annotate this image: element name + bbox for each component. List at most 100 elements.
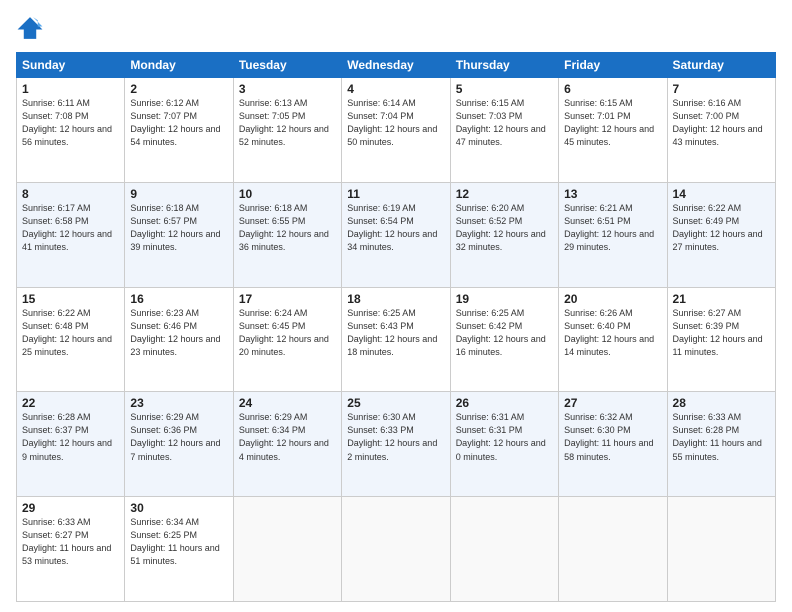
day-info: Sunrise: 6:19 AM Sunset: 6:54 PM Dayligh… xyxy=(347,202,444,254)
calendar-table: SundayMondayTuesdayWednesdayThursdayFrid… xyxy=(16,52,776,602)
day-number: 28 xyxy=(673,396,770,410)
day-info: Sunrise: 6:25 AM Sunset: 6:43 PM Dayligh… xyxy=(347,307,444,359)
day-info: Sunrise: 6:22 AM Sunset: 6:48 PM Dayligh… xyxy=(22,307,119,359)
day-info: Sunrise: 6:16 AM Sunset: 7:00 PM Dayligh… xyxy=(673,97,770,149)
day-number: 25 xyxy=(347,396,444,410)
calendar-cell: 6 Sunrise: 6:15 AM Sunset: 7:01 PM Dayli… xyxy=(559,78,667,183)
calendar-day-header: Saturday xyxy=(667,53,775,78)
calendar-week-row: 8 Sunrise: 6:17 AM Sunset: 6:58 PM Dayli… xyxy=(17,182,776,287)
day-info: Sunrise: 6:11 AM Sunset: 7:08 PM Dayligh… xyxy=(22,97,119,149)
day-info: Sunrise: 6:17 AM Sunset: 6:58 PM Dayligh… xyxy=(22,202,119,254)
calendar-cell: 9 Sunrise: 6:18 AM Sunset: 6:57 PM Dayli… xyxy=(125,182,233,287)
day-number: 27 xyxy=(564,396,661,410)
calendar-cell: 17 Sunrise: 6:24 AM Sunset: 6:45 PM Dayl… xyxy=(233,287,341,392)
day-number: 15 xyxy=(22,292,119,306)
day-number: 26 xyxy=(456,396,553,410)
day-number: 6 xyxy=(564,82,661,96)
calendar-cell: 18 Sunrise: 6:25 AM Sunset: 6:43 PM Dayl… xyxy=(342,287,450,392)
day-info: Sunrise: 6:12 AM Sunset: 7:07 PM Dayligh… xyxy=(130,97,227,149)
calendar-week-row: 22 Sunrise: 6:28 AM Sunset: 6:37 PM Dayl… xyxy=(17,392,776,497)
calendar-cell: 13 Sunrise: 6:21 AM Sunset: 6:51 PM Dayl… xyxy=(559,182,667,287)
day-info: Sunrise: 6:27 AM Sunset: 6:39 PM Dayligh… xyxy=(673,307,770,359)
calendar-header-row: SundayMondayTuesdayWednesdayThursdayFrid… xyxy=(17,53,776,78)
day-number: 12 xyxy=(456,187,553,201)
calendar-cell: 30 Sunrise: 6:34 AM Sunset: 6:25 PM Dayl… xyxy=(125,497,233,602)
calendar-day-header: Wednesday xyxy=(342,53,450,78)
day-number: 9 xyxy=(130,187,227,201)
day-info: Sunrise: 6:31 AM Sunset: 6:31 PM Dayligh… xyxy=(456,411,553,463)
day-number: 29 xyxy=(22,501,119,515)
day-info: Sunrise: 6:21 AM Sunset: 6:51 PM Dayligh… xyxy=(564,202,661,254)
calendar-cell: 26 Sunrise: 6:31 AM Sunset: 6:31 PM Dayl… xyxy=(450,392,558,497)
calendar-cell: 5 Sunrise: 6:15 AM Sunset: 7:03 PM Dayli… xyxy=(450,78,558,183)
calendar-day-header: Thursday xyxy=(450,53,558,78)
day-number: 18 xyxy=(347,292,444,306)
calendar-day-header: Sunday xyxy=(17,53,125,78)
calendar-cell xyxy=(559,497,667,602)
calendar-cell: 12 Sunrise: 6:20 AM Sunset: 6:52 PM Dayl… xyxy=(450,182,558,287)
day-info: Sunrise: 6:14 AM Sunset: 7:04 PM Dayligh… xyxy=(347,97,444,149)
logo xyxy=(16,14,48,42)
day-info: Sunrise: 6:22 AM Sunset: 6:49 PM Dayligh… xyxy=(673,202,770,254)
calendar-week-row: 29 Sunrise: 6:33 AM Sunset: 6:27 PM Dayl… xyxy=(17,497,776,602)
calendar-cell: 22 Sunrise: 6:28 AM Sunset: 6:37 PM Dayl… xyxy=(17,392,125,497)
calendar-cell: 11 Sunrise: 6:19 AM Sunset: 6:54 PM Dayl… xyxy=(342,182,450,287)
day-info: Sunrise: 6:23 AM Sunset: 6:46 PM Dayligh… xyxy=(130,307,227,359)
calendar-cell: 8 Sunrise: 6:17 AM Sunset: 6:58 PM Dayli… xyxy=(17,182,125,287)
calendar-cell xyxy=(233,497,341,602)
day-number: 1 xyxy=(22,82,119,96)
day-info: Sunrise: 6:32 AM Sunset: 6:30 PM Dayligh… xyxy=(564,411,661,463)
day-number: 5 xyxy=(456,82,553,96)
calendar-cell xyxy=(667,497,775,602)
calendar-cell: 24 Sunrise: 6:29 AM Sunset: 6:34 PM Dayl… xyxy=(233,392,341,497)
day-number: 8 xyxy=(22,187,119,201)
calendar-day-header: Friday xyxy=(559,53,667,78)
day-info: Sunrise: 6:33 AM Sunset: 6:27 PM Dayligh… xyxy=(22,516,119,568)
day-info: Sunrise: 6:25 AM Sunset: 6:42 PM Dayligh… xyxy=(456,307,553,359)
day-info: Sunrise: 6:18 AM Sunset: 6:55 PM Dayligh… xyxy=(239,202,336,254)
day-info: Sunrise: 6:15 AM Sunset: 7:03 PM Dayligh… xyxy=(456,97,553,149)
day-number: 30 xyxy=(130,501,227,515)
calendar-cell: 2 Sunrise: 6:12 AM Sunset: 7:07 PM Dayli… xyxy=(125,78,233,183)
calendar-cell: 20 Sunrise: 6:26 AM Sunset: 6:40 PM Dayl… xyxy=(559,287,667,392)
calendar-cell xyxy=(450,497,558,602)
calendar-cell: 4 Sunrise: 6:14 AM Sunset: 7:04 PM Dayli… xyxy=(342,78,450,183)
day-number: 19 xyxy=(456,292,553,306)
day-number: 7 xyxy=(673,82,770,96)
calendar-cell: 21 Sunrise: 6:27 AM Sunset: 6:39 PM Dayl… xyxy=(667,287,775,392)
calendar-cell xyxy=(342,497,450,602)
day-number: 23 xyxy=(130,396,227,410)
calendar-day-header: Tuesday xyxy=(233,53,341,78)
calendar-cell: 28 Sunrise: 6:33 AM Sunset: 6:28 PM Dayl… xyxy=(667,392,775,497)
calendar-cell: 3 Sunrise: 6:13 AM Sunset: 7:05 PM Dayli… xyxy=(233,78,341,183)
calendar-cell: 7 Sunrise: 6:16 AM Sunset: 7:00 PM Dayli… xyxy=(667,78,775,183)
day-number: 10 xyxy=(239,187,336,201)
day-info: Sunrise: 6:20 AM Sunset: 6:52 PM Dayligh… xyxy=(456,202,553,254)
day-number: 17 xyxy=(239,292,336,306)
day-number: 13 xyxy=(564,187,661,201)
day-info: Sunrise: 6:29 AM Sunset: 6:34 PM Dayligh… xyxy=(239,411,336,463)
calendar-week-row: 15 Sunrise: 6:22 AM Sunset: 6:48 PM Dayl… xyxy=(17,287,776,392)
day-number: 3 xyxy=(239,82,336,96)
day-info: Sunrise: 6:18 AM Sunset: 6:57 PM Dayligh… xyxy=(130,202,227,254)
day-info: Sunrise: 6:34 AM Sunset: 6:25 PM Dayligh… xyxy=(130,516,227,568)
day-info: Sunrise: 6:28 AM Sunset: 6:37 PM Dayligh… xyxy=(22,411,119,463)
day-number: 24 xyxy=(239,396,336,410)
calendar-cell: 29 Sunrise: 6:33 AM Sunset: 6:27 PM Dayl… xyxy=(17,497,125,602)
calendar-cell: 25 Sunrise: 6:30 AM Sunset: 6:33 PM Dayl… xyxy=(342,392,450,497)
calendar-cell: 19 Sunrise: 6:25 AM Sunset: 6:42 PM Dayl… xyxy=(450,287,558,392)
calendar-day-header: Monday xyxy=(125,53,233,78)
day-info: Sunrise: 6:24 AM Sunset: 6:45 PM Dayligh… xyxy=(239,307,336,359)
day-info: Sunrise: 6:30 AM Sunset: 6:33 PM Dayligh… xyxy=(347,411,444,463)
day-info: Sunrise: 6:29 AM Sunset: 6:36 PM Dayligh… xyxy=(130,411,227,463)
calendar-cell: 27 Sunrise: 6:32 AM Sunset: 6:30 PM Dayl… xyxy=(559,392,667,497)
day-info: Sunrise: 6:15 AM Sunset: 7:01 PM Dayligh… xyxy=(564,97,661,149)
calendar-cell: 1 Sunrise: 6:11 AM Sunset: 7:08 PM Dayli… xyxy=(17,78,125,183)
day-number: 2 xyxy=(130,82,227,96)
calendar-cell: 16 Sunrise: 6:23 AM Sunset: 6:46 PM Dayl… xyxy=(125,287,233,392)
calendar-week-row: 1 Sunrise: 6:11 AM Sunset: 7:08 PM Dayli… xyxy=(17,78,776,183)
day-number: 21 xyxy=(673,292,770,306)
calendar-cell: 15 Sunrise: 6:22 AM Sunset: 6:48 PM Dayl… xyxy=(17,287,125,392)
day-number: 16 xyxy=(130,292,227,306)
calendar-cell: 14 Sunrise: 6:22 AM Sunset: 6:49 PM Dayl… xyxy=(667,182,775,287)
